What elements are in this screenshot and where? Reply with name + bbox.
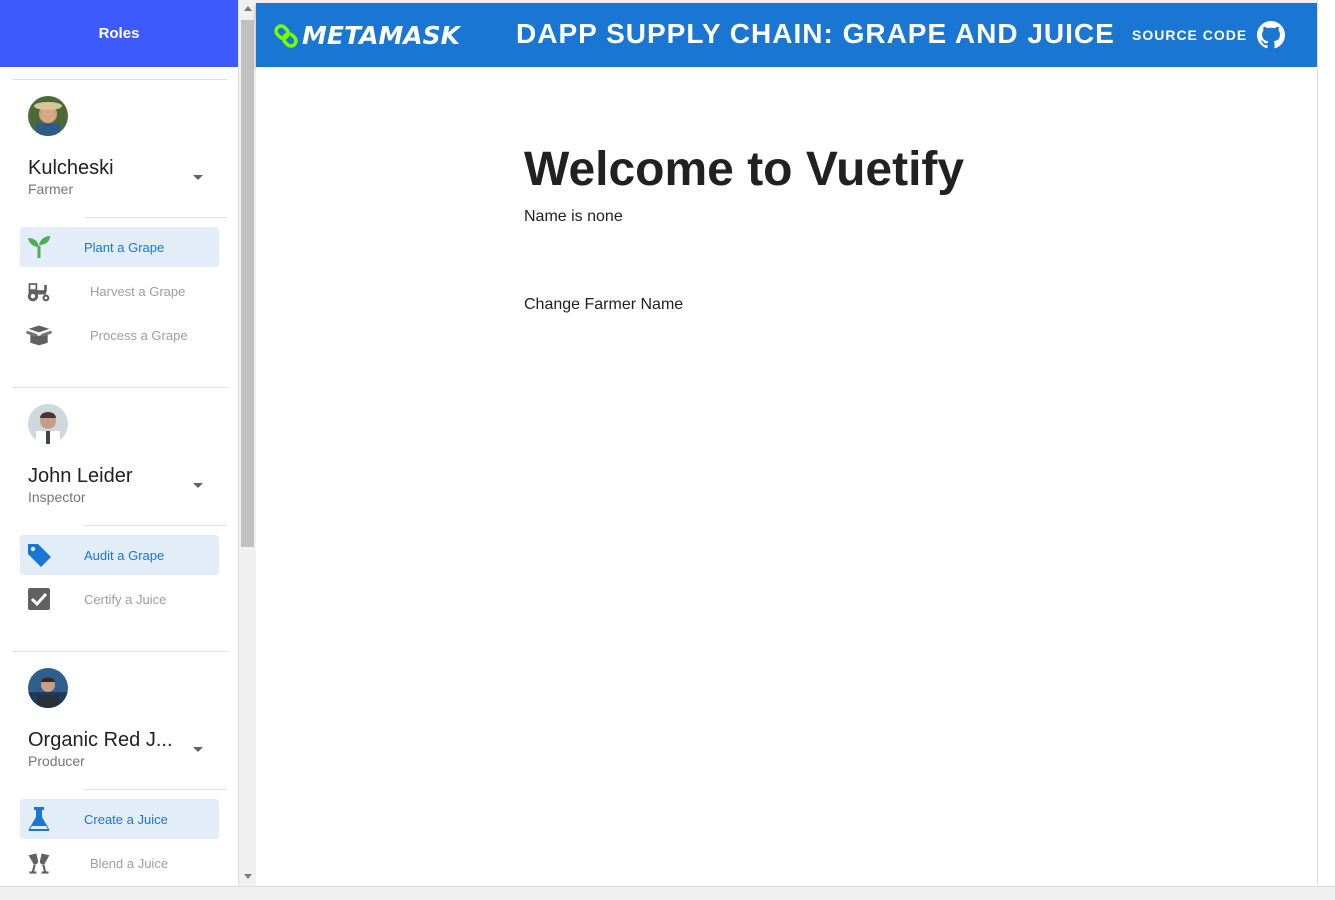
- role-title: Producer: [28, 753, 85, 769]
- source-code-button[interactable]: SOURCE CODE: [1132, 19, 1286, 51]
- sidebar-scrollbar[interactable]: [239, 0, 256, 886]
- role-title: Inspector: [28, 489, 86, 505]
- divider: [12, 79, 227, 80]
- role-name: Kulcheski: [28, 157, 114, 179]
- tag-icon: [28, 544, 51, 567]
- app-toolbar: METAMASK DAPP SUPPLY CHAIN: GRAPE AND JU…: [256, 3, 1317, 67]
- menu-item-process-grape[interactable]: Process a Grape: [20, 315, 219, 355]
- glasses-cheers-icon: [28, 853, 50, 874]
- scroll-thumb[interactable]: [241, 20, 254, 547]
- divider: [84, 217, 227, 218]
- menu-item-plant-grape[interactable]: Plant a Grape: [20, 227, 219, 267]
- right-gutter: [1317, 0, 1335, 886]
- avatar: [28, 668, 68, 708]
- menu-item-label: Create a Juice: [84, 811, 168, 827]
- avatar: [28, 96, 68, 136]
- role-name: Organic Red J...: [28, 729, 173, 751]
- menu-item-label: Audit a Grape: [84, 547, 165, 563]
- divider: [84, 525, 227, 526]
- role-name: John Leider: [28, 465, 133, 487]
- flask-icon: [28, 807, 50, 831]
- scroll-down-arrow-icon[interactable]: [244, 874, 252, 879]
- box-open-icon: [26, 325, 52, 346]
- roles-sidebar: Roles Kulcheski Farmer Plant a Grape Har…: [0, 0, 239, 886]
- github-icon: [1257, 21, 1286, 49]
- menu-item-label: Blend a Juice: [90, 855, 169, 871]
- source-code-label: SOURCE CODE: [1132, 27, 1248, 43]
- chevron-down-icon[interactable]: [193, 483, 203, 488]
- scroll-up-arrow-icon[interactable]: [244, 6, 252, 11]
- change-farmer-name-button[interactable]: Change Farmer Name: [524, 296, 683, 314]
- divider: [84, 789, 227, 790]
- sprout-icon: [28, 236, 50, 258]
- metamask-logo[interactable]: METAMASK: [274, 21, 460, 50]
- divider: [12, 651, 227, 652]
- page-title: Welcome to Vuetify: [524, 143, 965, 196]
- chevron-down-icon[interactable]: [193, 747, 203, 752]
- menu-item-label: Process a Grape: [90, 327, 188, 343]
- menu-item-blend-juice[interactable]: Blend a Juice: [20, 843, 219, 883]
- main-content: Welcome to Vuetify Name is none Change F…: [256, 67, 1317, 886]
- menu-item-harvest-grape[interactable]: Harvest a Grape: [20, 271, 219, 311]
- link-icon: [274, 23, 298, 48]
- menu-item-certify-juice[interactable]: Certify a Juice: [20, 579, 219, 619]
- farmer-name-text: Name is none: [524, 208, 623, 225]
- role-title: Farmer: [28, 181, 74, 197]
- tractor-icon: [27, 283, 50, 302]
- avatar: [28, 404, 68, 444]
- menu-item-audit-grape[interactable]: Audit a Grape: [20, 535, 219, 575]
- checkbox-icon: [28, 588, 50, 610]
- menu-item-label: Harvest a Grape: [90, 283, 186, 299]
- window-bottom-bar: [0, 886, 1335, 900]
- menu-item-create-juice[interactable]: Create a Juice: [20, 799, 219, 839]
- sidebar-title: Roles: [98, 25, 140, 42]
- chevron-down-icon[interactable]: [193, 175, 203, 180]
- sidebar-header: Roles: [0, 0, 238, 67]
- divider: [12, 387, 227, 388]
- logo-text: METAMASK: [302, 21, 461, 50]
- menu-item-label: Plant a Grape: [84, 239, 165, 255]
- app-title: DAPP SUPPLY CHAIN: GRAPE AND JUICE: [516, 18, 1115, 49]
- menu-item-label: Certify a Juice: [84, 591, 167, 607]
